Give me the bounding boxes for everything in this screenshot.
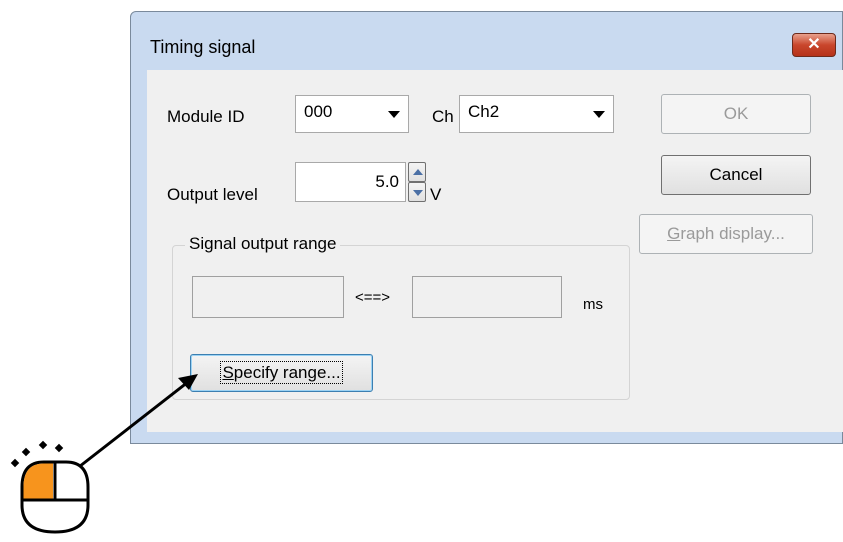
mouse-click-icon (10, 440, 90, 534)
annotation-overlay (10, 374, 198, 534)
click-arrow (74, 374, 198, 472)
